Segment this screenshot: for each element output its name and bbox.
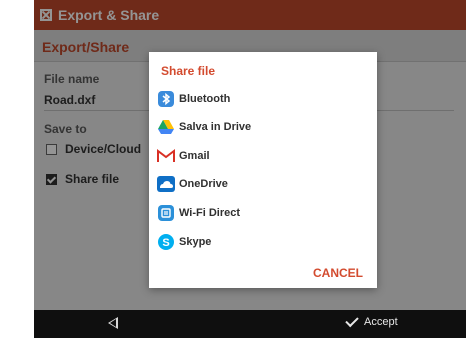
wifi-direct-icon — [157, 204, 175, 222]
svg-text:S: S — [162, 237, 169, 249]
share-option-onedrive[interactable]: OneDrive — [157, 173, 367, 195]
option-label: Wi-Fi Direct — [179, 207, 241, 219]
share-option-gmail[interactable]: Gmail — [157, 145, 367, 167]
skype-icon: S — [157, 233, 175, 251]
back-icon[interactable] — [108, 317, 118, 329]
onedrive-icon — [157, 175, 175, 193]
option-label: Salva in Drive — [179, 121, 252, 133]
bluetooth-icon — [157, 90, 175, 108]
option-label: OneDrive — [179, 178, 228, 190]
share-option-wifi-direct[interactable]: Wi-Fi Direct — [157, 202, 367, 224]
option-label: Skype — [179, 236, 212, 248]
dialog-title: Share file — [161, 64, 216, 78]
cancel-button[interactable]: CANCEL — [313, 266, 363, 280]
share-option-skype[interactable]: S Skype — [157, 231, 367, 253]
accept-label: Accept — [364, 316, 398, 328]
share-option-bluetooth[interactable]: Bluetooth — [157, 88, 367, 110]
share-file-dialog: Share file Bluetooth Salva in Drive Gmai… — [149, 52, 377, 288]
option-label: Bluetooth — [179, 93, 231, 105]
app-window: Export & Share Export/Share File name Ro… — [34, 0, 466, 338]
bottom-nav-bar: Accept — [34, 310, 466, 338]
gmail-icon — [157, 147, 175, 165]
option-label: Gmail — [179, 150, 210, 162]
accept-button[interactable]: Accept — [345, 313, 398, 328]
google-drive-icon — [157, 118, 175, 136]
share-option-drive[interactable]: Salva in Drive — [157, 116, 367, 138]
check-icon — [345, 313, 359, 328]
